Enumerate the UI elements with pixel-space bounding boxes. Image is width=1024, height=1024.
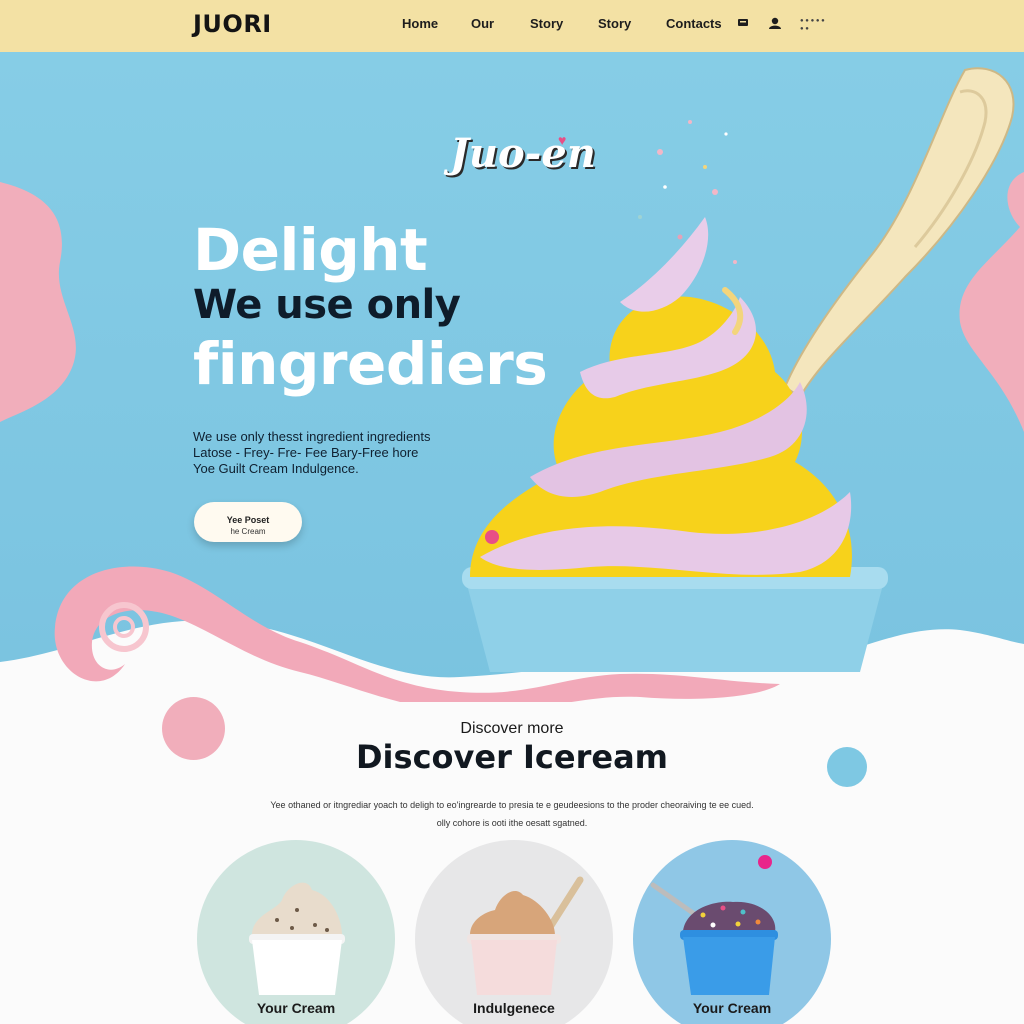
user-icon[interactable] xyxy=(767,15,783,31)
nav-link-our[interactable]: Our xyxy=(471,16,494,31)
top-navigation-bar: JUORI Home Our Story Story Contacts ● ● … xyxy=(0,0,1024,52)
ice-cream-cup-image xyxy=(249,882,345,995)
nav-link-story[interactable]: Story xyxy=(530,16,563,31)
hero-headline-3: fingrediers xyxy=(193,330,548,398)
heart-icon: ♥ xyxy=(558,132,567,148)
cta-button[interactable]: Yee Poset he Cream xyxy=(194,502,302,542)
ice-cream-cup-image xyxy=(467,876,584,995)
product-card-2[interactable]: Indulgenece xyxy=(415,840,613,1024)
section-description-line: olly cohore is ooti ithe oesatt sgatned. xyxy=(436,818,588,828)
product-card-1[interactable]: Your Cream xyxy=(197,840,395,1024)
ice-cream-cup-image xyxy=(650,855,778,995)
product-card-label: Your Cream xyxy=(256,1000,336,1016)
brand-logo[interactable]: JUORI xyxy=(193,10,272,38)
section-title: Discover Iceream xyxy=(355,738,668,776)
hero-description: We use only thesst ingredient ingredient… xyxy=(193,429,493,477)
hero-description-line: Latose ‑ Frey‑ Fre‑ Fee Bary‑Free hore xyxy=(193,445,419,460)
nav-extra-text: ● ● ● ● ● ● ● xyxy=(800,18,825,32)
cta-label-2: he Cream xyxy=(230,527,266,536)
section-description: Yee othaned or itngrediar yoach to delig… xyxy=(250,796,774,832)
product-card-label: Indulgenece xyxy=(473,1000,555,1016)
hero-headline-2: We use only xyxy=(193,282,461,328)
cart-icon[interactable] xyxy=(736,15,752,31)
script-brand-logo: Juo-en xyxy=(450,130,596,177)
product-card-label: Your Cream xyxy=(692,1000,772,1016)
cta-label-1: Yee Poset xyxy=(226,515,270,525)
section-description-line: Yee othaned or itngrediar yoach to delig… xyxy=(270,800,754,810)
hero-description-line: Yoe Guilt Cream Indulgence. xyxy=(193,461,359,476)
hero-section: Juo-en ♥ Delight We use only fingrediers… xyxy=(0,52,1024,702)
hero-headline-1: Delight xyxy=(193,216,428,284)
section-kicker: Discover more xyxy=(460,720,564,737)
nav-link-contacts[interactable]: Contacts xyxy=(666,16,722,31)
hero-description-line: We use only thesst ingredient ingredient… xyxy=(193,429,431,444)
product-card-3[interactable]: Your Cream xyxy=(633,840,831,1024)
nav-link-home[interactable]: Home xyxy=(402,16,438,31)
nav-link-story-2[interactable]: Story xyxy=(598,16,631,31)
